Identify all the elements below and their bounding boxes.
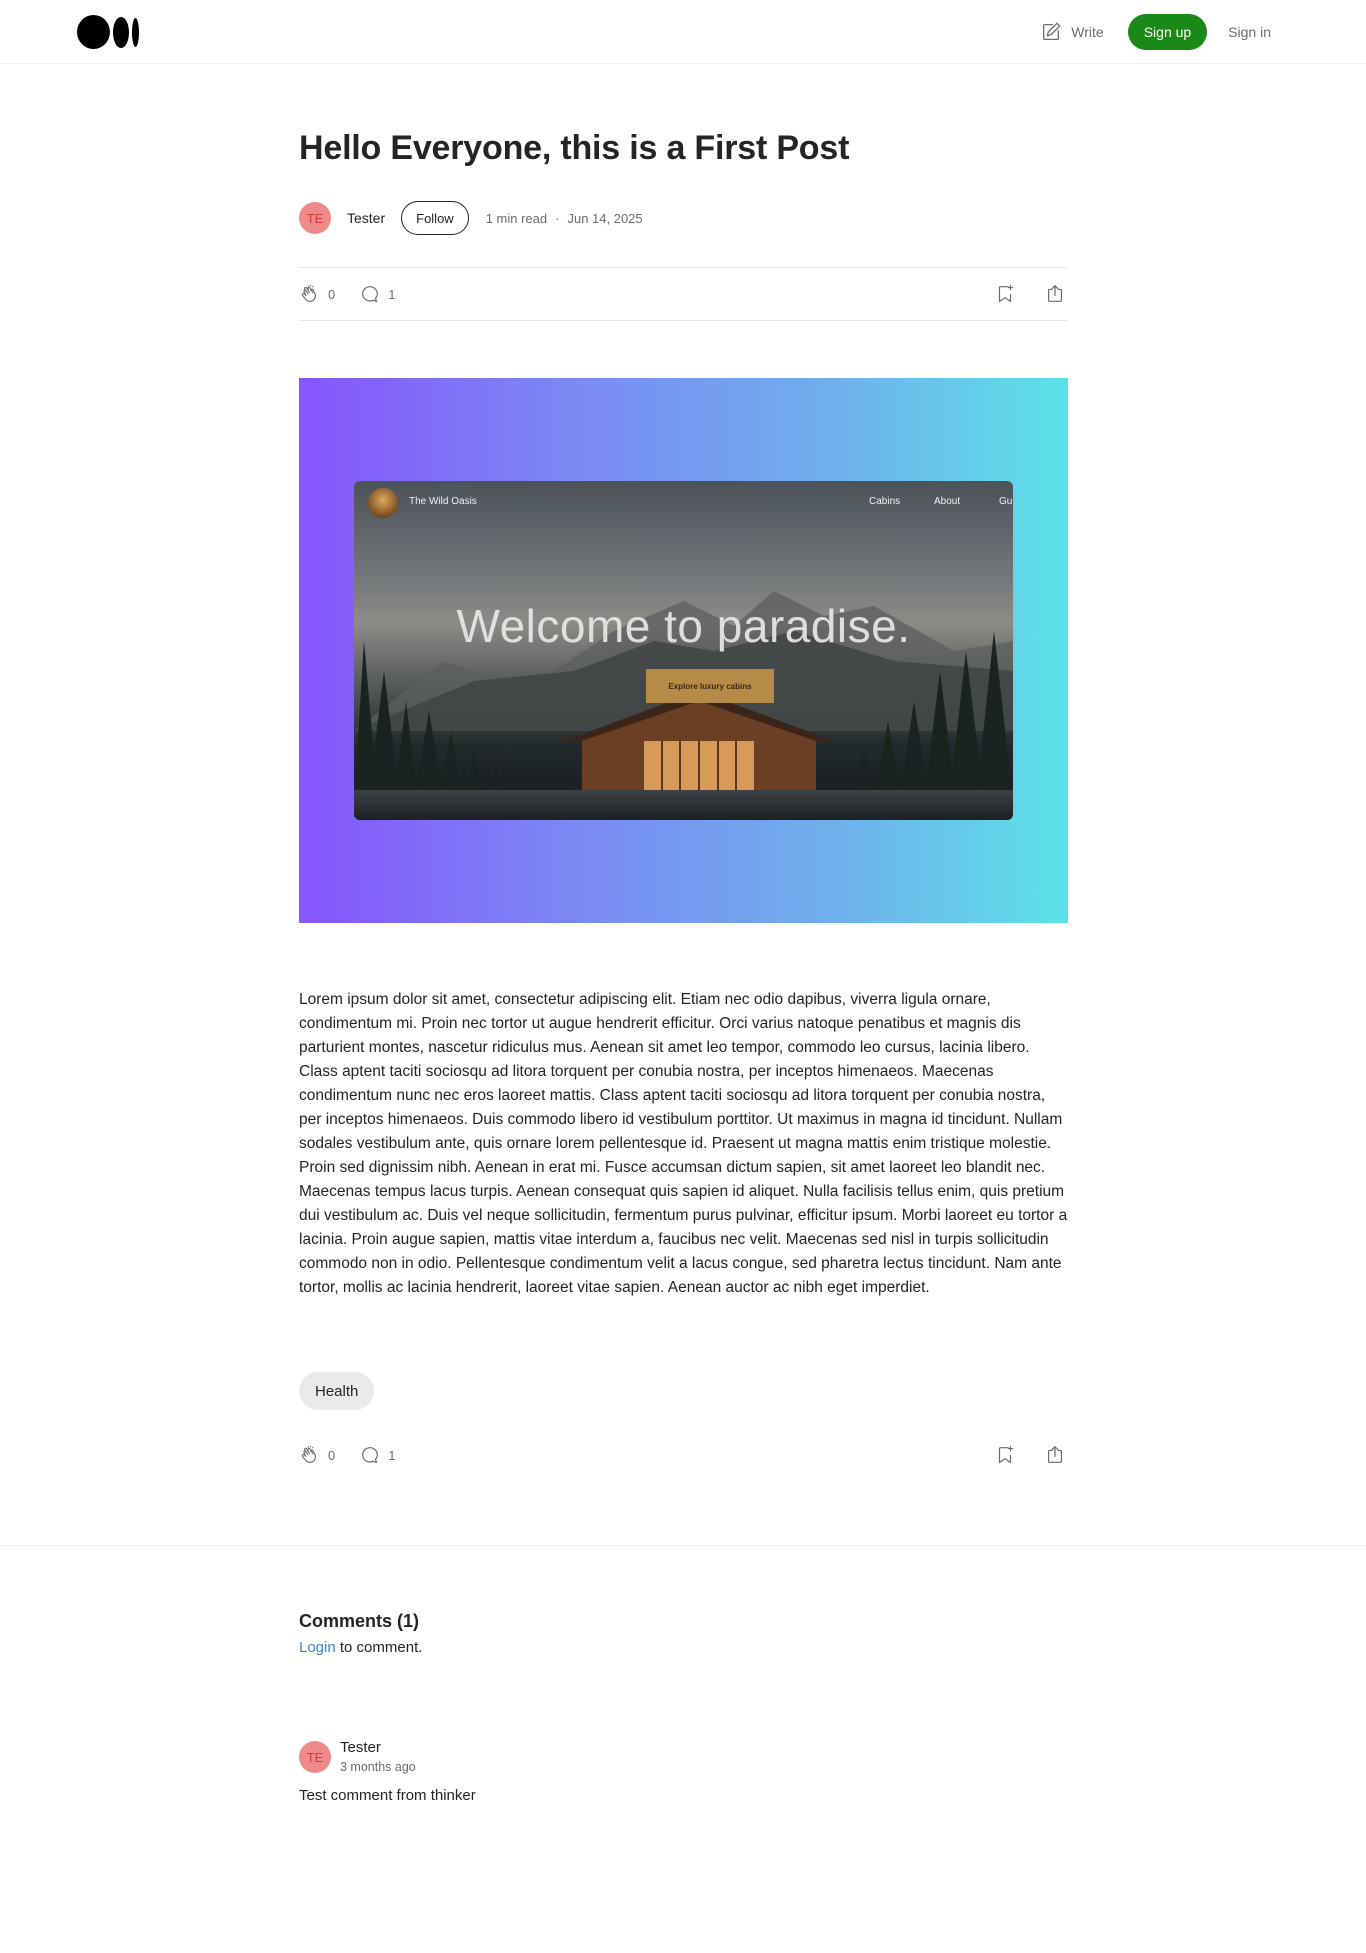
share-button-bottom[interactable] xyxy=(1044,1444,1066,1466)
topic-tag[interactable]: Health xyxy=(299,1372,375,1410)
clap-button[interactable]: 0 xyxy=(299,283,335,305)
clap-count-bottom: 0 xyxy=(328,1447,336,1463)
cabin-logo-icon xyxy=(368,488,398,518)
bookmark-button-bottom[interactable] xyxy=(994,1444,1016,1466)
comment-author-block: Tester 3 months ago xyxy=(340,1738,416,1776)
mock-headline: Welcome to paradise. xyxy=(456,600,911,652)
comment-text: Test comment from thinker xyxy=(299,1787,476,1804)
engagement-actions: 0 1 xyxy=(299,283,395,305)
article-meta: TE Tester Follow 1 min read · Jun 14, 20… xyxy=(299,200,1068,236)
login-prompt-text: to comment. xyxy=(335,1639,423,1656)
clap-button-bottom[interactable]: 0 xyxy=(299,1444,335,1466)
write-button[interactable]: Write xyxy=(1040,21,1104,43)
follow-button[interactable]: Follow xyxy=(401,201,469,235)
article-action-bar-bottom: 0 1 xyxy=(299,1428,1068,1482)
article-action-bar-top: 0 1 xyxy=(299,267,1068,321)
mock-nav-link-cabins: Cabins xyxy=(869,496,901,507)
bookmark-add-icon xyxy=(998,284,1014,303)
meta-separator: · xyxy=(555,210,560,226)
share-icon xyxy=(1047,284,1063,302)
article-body: Lorem ipsum dolor sit amet, consectetur … xyxy=(299,991,1068,1296)
hero-image: The Wild Oasis Cabins About Gu Welcome t… xyxy=(299,378,1068,923)
login-prompt: Login to comment. xyxy=(299,1639,1068,1656)
responses-count-bottom: 1 xyxy=(388,1447,396,1463)
share-icon xyxy=(1047,1445,1063,1463)
save-share-actions-bottom xyxy=(966,1444,1068,1466)
medium-logo[interactable] xyxy=(77,15,139,49)
header-actions: Write Sign up Sign in xyxy=(1040,14,1271,50)
write-label: Write xyxy=(1071,24,1104,40)
top-navigation-bar: Write Sign up Sign in xyxy=(0,0,1366,64)
sign-up-button[interactable]: Sign up xyxy=(1127,14,1208,50)
engagement-actions-bottom: 0 1 xyxy=(299,1444,395,1466)
comments-heading: Comments (1) xyxy=(299,1611,420,1631)
responses-button[interactable]: 1 xyxy=(359,283,395,305)
website-screenshot: The Wild Oasis Cabins About Gu Welcome t… xyxy=(354,481,1013,820)
clap-count: 0 xyxy=(328,286,336,302)
bookmark-button[interactable] xyxy=(994,283,1016,305)
article-title: Hello Everyone, this is a First Post xyxy=(299,129,850,167)
commenter-avatar[interactable]: TE xyxy=(299,1741,331,1773)
mock-nav: The Wild Oasis Cabins About Gu xyxy=(354,481,1013,521)
comment-timestamp: 3 months ago xyxy=(340,1760,416,1774)
bookmark-add-icon xyxy=(998,1445,1014,1464)
read-time: 1 min read xyxy=(485,210,548,226)
responses-count: 1 xyxy=(388,286,396,302)
save-share-actions xyxy=(966,283,1068,305)
commenter-name[interactable]: Tester xyxy=(340,1738,416,1758)
mock-nav-link-about: About xyxy=(934,496,961,507)
logo-circle-small xyxy=(132,17,139,47)
author-name[interactable]: Tester xyxy=(347,210,385,226)
login-link[interactable]: Login xyxy=(299,1639,336,1656)
write-icon xyxy=(1043,22,1061,40)
logo-circle-medium xyxy=(113,16,129,48)
sign-in-link[interactable]: Sign in xyxy=(1228,24,1271,40)
mock-cta-button: Explore luxury cabins xyxy=(646,669,774,703)
mock-nav-link-guests: Gu xyxy=(999,496,1013,507)
responses-button-bottom[interactable]: 1 xyxy=(359,1444,395,1466)
clap-icon xyxy=(301,1445,316,1463)
logo-circle-large xyxy=(77,15,110,49)
section-divider xyxy=(0,1545,1366,1546)
comment-bubble-icon xyxy=(362,1447,379,1464)
mock-brand-name: The Wild Oasis xyxy=(409,496,477,507)
clap-icon xyxy=(301,284,316,302)
comment-bubble-icon xyxy=(362,286,379,303)
publish-date: Jun 14, 2025 xyxy=(567,210,643,226)
comment-header: TE Tester 3 months ago xyxy=(299,1736,1068,1778)
author-avatar[interactable]: TE xyxy=(299,202,331,234)
share-button[interactable] xyxy=(1044,283,1066,305)
water-reflection xyxy=(354,790,1013,820)
